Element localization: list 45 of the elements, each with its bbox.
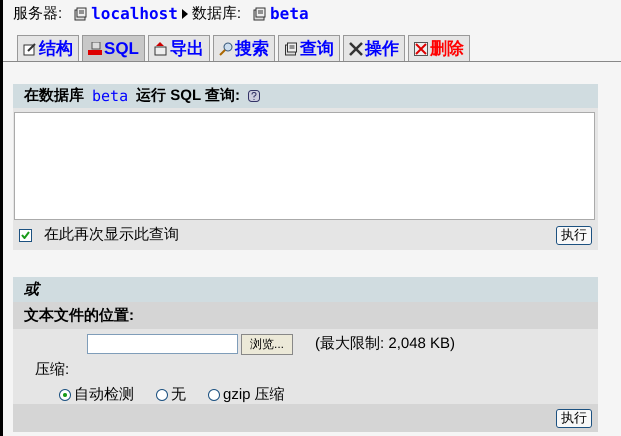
search-icon bbox=[218, 42, 233, 56]
tab[interactable]: 结构 bbox=[17, 35, 79, 61]
max-size-text: (最大限制: 2,048 KB) bbox=[315, 334, 456, 354]
sql-query-field[interactable] bbox=[14, 112, 595, 220]
panel-title: 运行 SQL 查询: bbox=[136, 86, 240, 106]
tab[interactable]: 导出 bbox=[148, 35, 210, 61]
export-icon bbox=[154, 42, 168, 56]
tab-label[interactable]: 导出 bbox=[170, 36, 204, 62]
tab-label[interactable]: SQL bbox=[104, 36, 139, 62]
tab-label[interactable]: 搜索 bbox=[234, 36, 269, 62]
browse-button[interactable]: 浏览... bbox=[241, 334, 294, 354]
show-again-label: 在此再次显示此查询 bbox=[44, 224, 179, 245]
structure-icon bbox=[23, 42, 37, 56]
database-name: beta bbox=[92, 86, 128, 107]
file-location-label: 文本文件的位置: bbox=[13, 302, 598, 329]
radio-label[interactable]: 自动检测 bbox=[74, 384, 134, 406]
drop-icon bbox=[414, 42, 428, 56]
tab-label[interactable]: 查询 bbox=[300, 36, 334, 62]
server-label: 服务器: bbox=[13, 4, 62, 24]
submit-button[interactable]: 执行 bbox=[556, 408, 592, 428]
tab-label[interactable]: 操作 bbox=[364, 36, 399, 62]
file-path-field[interactable] bbox=[87, 334, 238, 354]
tab-label[interactable]: 结构 bbox=[39, 36, 73, 62]
database-link[interactable]: beta bbox=[270, 2, 309, 26]
tab[interactable]: 搜索 bbox=[212, 35, 275, 61]
or-label: 或 bbox=[13, 277, 598, 302]
server-icon bbox=[74, 7, 88, 21]
panel-title: 在数据库 bbox=[24, 86, 84, 106]
arrow-icon bbox=[182, 9, 188, 19]
submit-button[interactable]: 执行 bbox=[556, 226, 592, 244]
compression-label: 压缩: bbox=[35, 360, 70, 380]
query-icon bbox=[284, 42, 298, 56]
radio-label[interactable]: 无 bbox=[171, 384, 186, 406]
radio-button[interactable] bbox=[208, 388, 220, 401]
radio-button[interactable] bbox=[156, 388, 168, 401]
show-again-checkbox[interactable] bbox=[19, 228, 32, 242]
help-icon[interactable] bbox=[248, 90, 260, 102]
server-link[interactable]: localhost bbox=[91, 2, 178, 26]
tab[interactable]: 查询 bbox=[278, 35, 340, 61]
radio-button[interactable] bbox=[59, 388, 71, 401]
tab[interactable]: SQL bbox=[82, 35, 145, 61]
tab[interactable]: 操作 bbox=[342, 35, 405, 61]
database-icon bbox=[253, 7, 266, 21]
database-label: 数据库: bbox=[192, 4, 242, 24]
radio-label[interactable]: gzip 压缩 bbox=[223, 384, 285, 406]
